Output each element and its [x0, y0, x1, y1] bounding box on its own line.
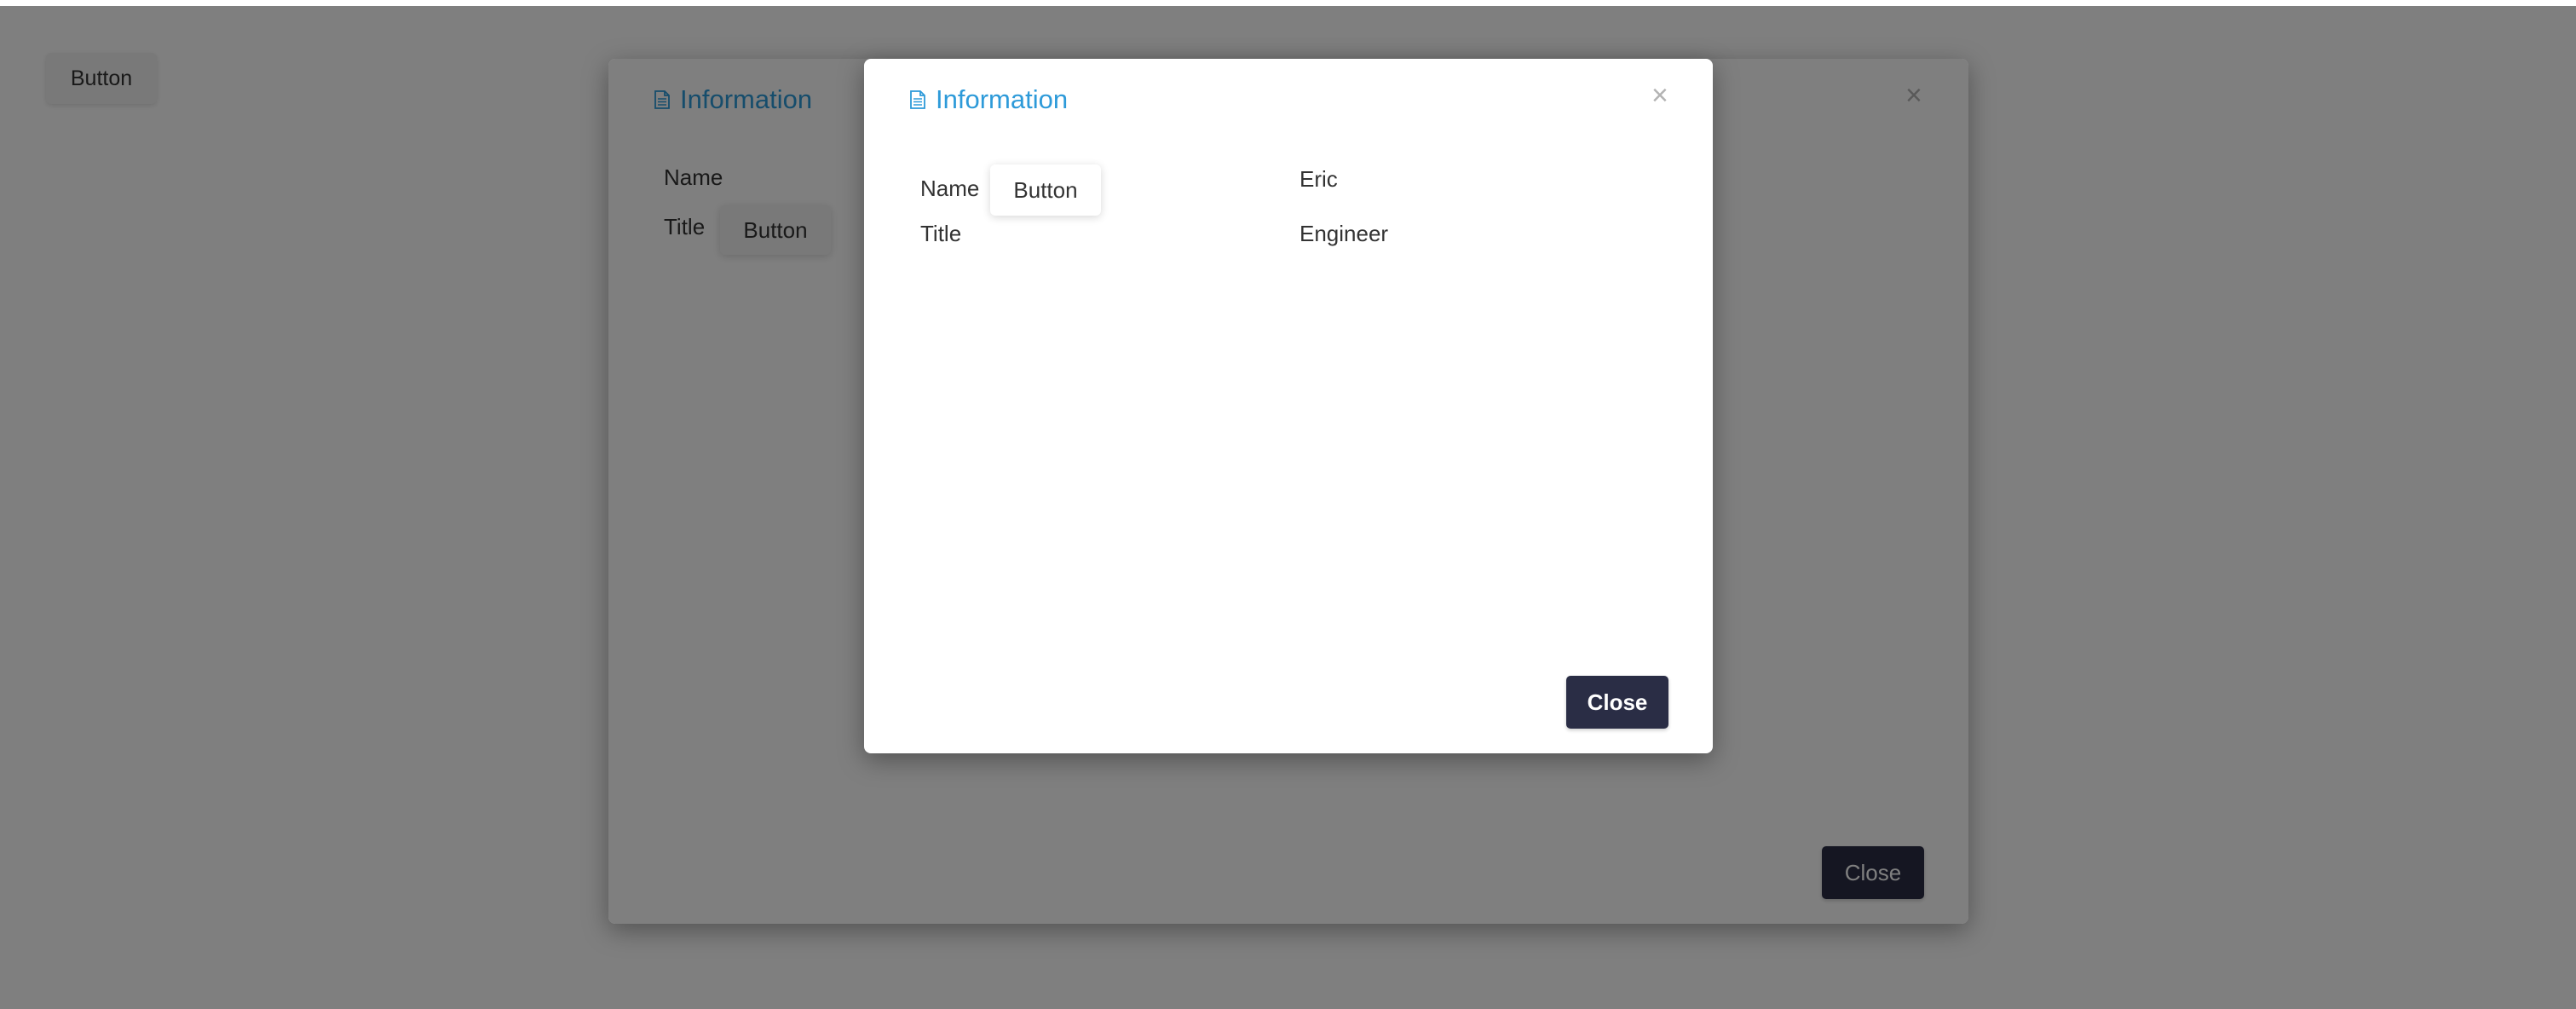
front-title-label: Title	[920, 221, 962, 246]
back-title-label: Title	[664, 214, 706, 239]
back-modal-title: Information	[654, 84, 812, 115]
close-icon[interactable]: ×	[1905, 81, 1922, 110]
back-close-button[interactable]: Close	[1822, 846, 1924, 899]
front-close-button[interactable]: Close	[1566, 676, 1668, 729]
front-name-value: Eric	[1300, 166, 1338, 192]
back-modal-title-text: Information	[680, 84, 813, 114]
front-name-label: Name	[920, 176, 980, 201]
front-title-value: Engineer	[1300, 221, 1389, 246]
close-icon[interactable]: ×	[1651, 81, 1668, 110]
front-modal-title-text: Information	[936, 84, 1069, 114]
front-information-modal: Information × Name Button Title Eric Eng…	[864, 59, 1713, 753]
front-name-button[interactable]: Button	[990, 164, 1101, 216]
back-title-button[interactable]: Button	[720, 205, 831, 255]
front-modal-title: Information	[910, 84, 1068, 115]
document-icon	[654, 90, 670, 109]
document-icon	[910, 90, 925, 109]
back-name-label: Name	[664, 164, 723, 190]
top-strip	[0, 0, 2576, 6]
